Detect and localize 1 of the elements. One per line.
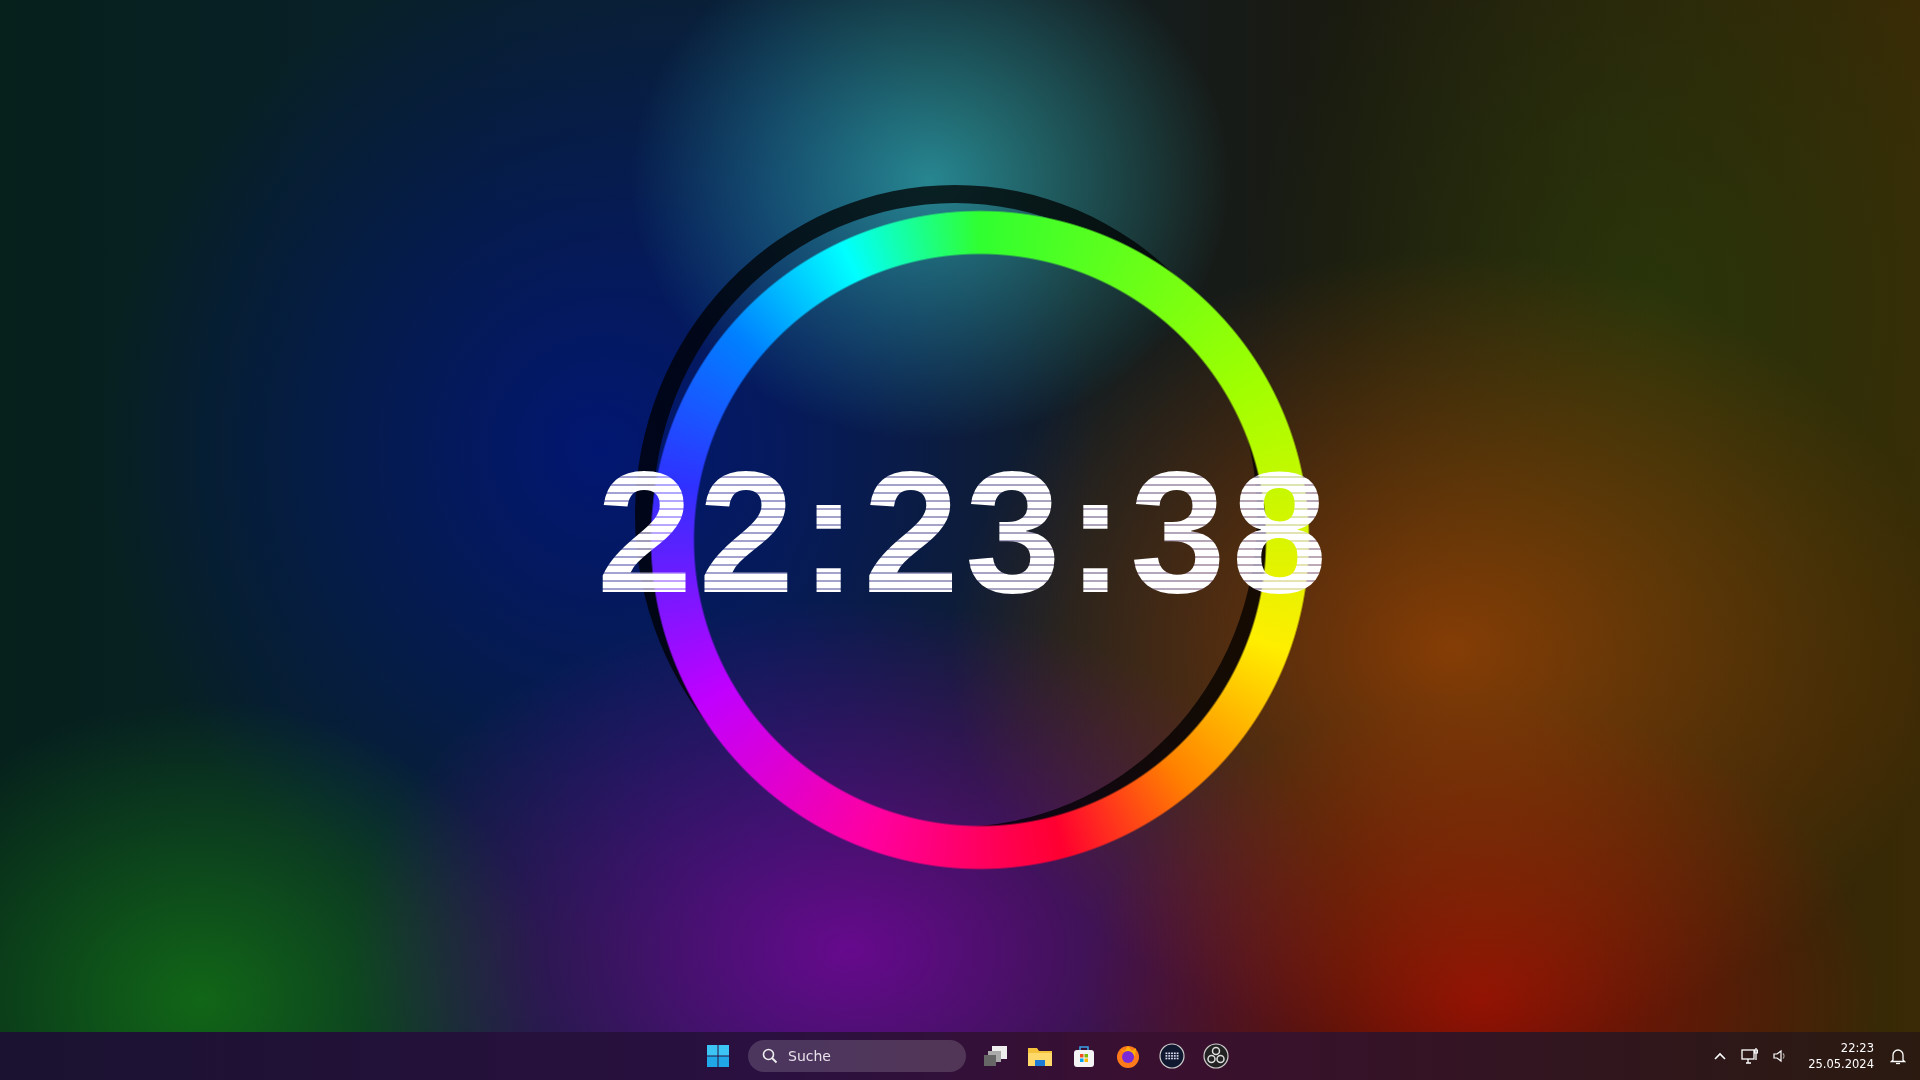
clock-button[interactable]: 22:23 25.05.2024: [1798, 1040, 1880, 1072]
